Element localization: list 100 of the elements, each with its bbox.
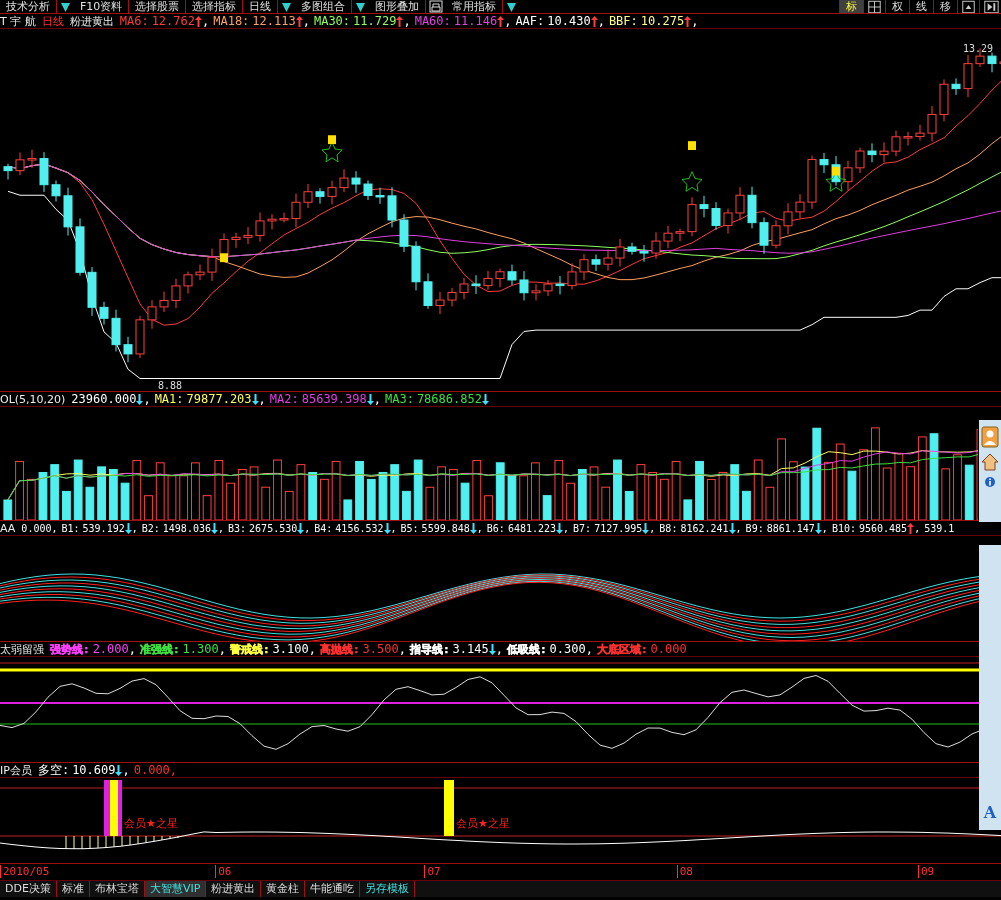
separator-comma: ,	[398, 642, 406, 656]
indicator-name: 准强线:	[140, 642, 180, 656]
price-label: 13.29	[962, 43, 993, 54]
separator-comma: ,	[308, 642, 316, 656]
indicator-name: 强势线:	[50, 642, 90, 656]
indicator-value: 23960.000	[71, 392, 137, 406]
indicator-value: 79877.203	[186, 392, 252, 406]
price-label: 8.88	[158, 380, 183, 391]
indicator-name: MA6:	[119, 14, 149, 28]
separator-comma: ,	[51, 522, 58, 534]
indicator-value: 10.609	[72, 763, 116, 777]
separator-comma: ,	[585, 642, 593, 656]
indicator-name: AAF:	[515, 14, 545, 28]
indicator-title: AA	[0, 521, 16, 535]
separator-comma: ,	[218, 522, 224, 534]
indicator-value: 7127.995	[594, 522, 643, 534]
indicator-name: MA30:	[313, 14, 351, 28]
indicator-value: 3.100	[272, 642, 309, 656]
indicator-name: B2:	[141, 522, 160, 534]
indicator-name: MA3:	[384, 392, 414, 406]
separator-comma: ,	[563, 522, 570, 534]
separator-comma: ,	[735, 522, 742, 534]
indicator-name: B4:	[314, 522, 333, 534]
separator-comma: ,	[304, 522, 311, 534]
indicator-name: 大底区域:	[596, 642, 648, 656]
indicator-value: 0.000,	[133, 763, 178, 777]
indicator-value: 11.729	[353, 14, 397, 28]
separator-comma: ,	[597, 14, 605, 28]
indicator-name: B8:	[659, 522, 678, 534]
indicator-value: 0.000	[650, 642, 687, 656]
period-label: 日线	[41, 14, 64, 28]
separator-comma: ,	[504, 14, 512, 28]
date-label: 2010/05	[0, 865, 50, 878]
indicator-name: 指导线:	[409, 642, 450, 656]
indicator-value: 539.192	[82, 522, 125, 534]
indicator-value: 2675.530	[249, 522, 298, 534]
formula-name: 粉进黄出	[69, 14, 114, 28]
date-label: 09	[917, 865, 935, 878]
indicator-value: 3.500	[362, 642, 399, 656]
indicator-value: 8861.147	[766, 522, 815, 534]
indicator-value: 0.300	[549, 642, 586, 656]
indicator-name: 高抛线:	[319, 642, 360, 656]
indicator-value: 10.430	[547, 14, 591, 28]
date-label: 08	[676, 865, 693, 878]
indicator-name: B6:	[486, 522, 505, 534]
separator-comma: ,	[691, 14, 699, 28]
separator-comma: ,	[495, 642, 503, 656]
separator-comma: ,	[649, 522, 656, 534]
indicator-title: IP会员	[0, 763, 32, 777]
indicator-name: B1:	[61, 522, 80, 534]
indicator-name: B10:	[831, 522, 856, 534]
separator-comma: ,	[128, 642, 136, 656]
indicator-value: 0.000	[21, 522, 52, 534]
indicator-value: 2.000	[92, 642, 129, 656]
separator-comma: ,	[821, 522, 828, 534]
signal-label: 会员★之星	[456, 816, 510, 831]
indicator-name: B7:	[573, 522, 592, 534]
indicator-value: 5599.848	[421, 522, 470, 534]
indicator-value: 6481.223	[507, 522, 557, 534]
indicator-name: 警戒线:	[229, 642, 270, 656]
template-tab[interactable]: 大智慧VIP	[144, 881, 207, 897]
signal-label: 会员★之星	[124, 816, 178, 831]
separator-comma: ,	[202, 14, 210, 28]
chart-tool-button[interactable]: 标	[839, 0, 863, 13]
separator-comma: ,	[218, 642, 226, 656]
indicator-value: 539.1	[924, 522, 955, 534]
font-size-button[interactable]: A	[983, 803, 997, 822]
indicator-name: MA2:	[269, 392, 299, 406]
indicator-name: 多空:	[37, 763, 70, 777]
indicator-title: 太弱留强	[0, 642, 44, 656]
indicator-name: MA1:	[154, 392, 184, 406]
indicator-title: OL(5,10,20)	[0, 392, 66, 406]
separator-comma: ,	[390, 522, 397, 534]
indicator-value: 12.762	[151, 14, 195, 28]
indicator-value: 4156.532	[335, 522, 384, 534]
separator-comma: ,	[373, 392, 381, 406]
separator-comma: ,	[143, 392, 151, 406]
indicator-name: B3:	[228, 522, 247, 534]
date-label: 07	[424, 865, 441, 878]
indicator-name: B5:	[400, 522, 419, 534]
indicator-name: MA60:	[414, 14, 451, 28]
separator-comma: ,	[122, 763, 130, 777]
indicator-value: 3.145	[452, 642, 489, 656]
separator-comma: ,	[131, 522, 138, 534]
indicator-name: MA18:	[213, 14, 250, 28]
indicator-name: BBF:	[608, 14, 638, 28]
separator-comma: ,	[476, 522, 483, 534]
indicator-value: 85639.398	[301, 392, 367, 406]
separator-comma: ,	[258, 392, 266, 406]
indicator-value: 9560.485	[858, 522, 908, 534]
indicator-name: 低吸线:	[506, 642, 547, 656]
stock-name: T 宇 航	[0, 14, 36, 28]
date-label: 06	[215, 865, 232, 878]
indicator-value: 1498.036	[162, 522, 211, 534]
indicator-value: 12.113	[252, 14, 296, 28]
indicator-value: 8162.241	[680, 522, 729, 534]
separator-comma: ,	[914, 522, 921, 534]
indicator-value: 11.146	[453, 14, 498, 28]
indicator-value: 1.300	[182, 642, 219, 656]
separator-comma: ,	[302, 14, 310, 28]
